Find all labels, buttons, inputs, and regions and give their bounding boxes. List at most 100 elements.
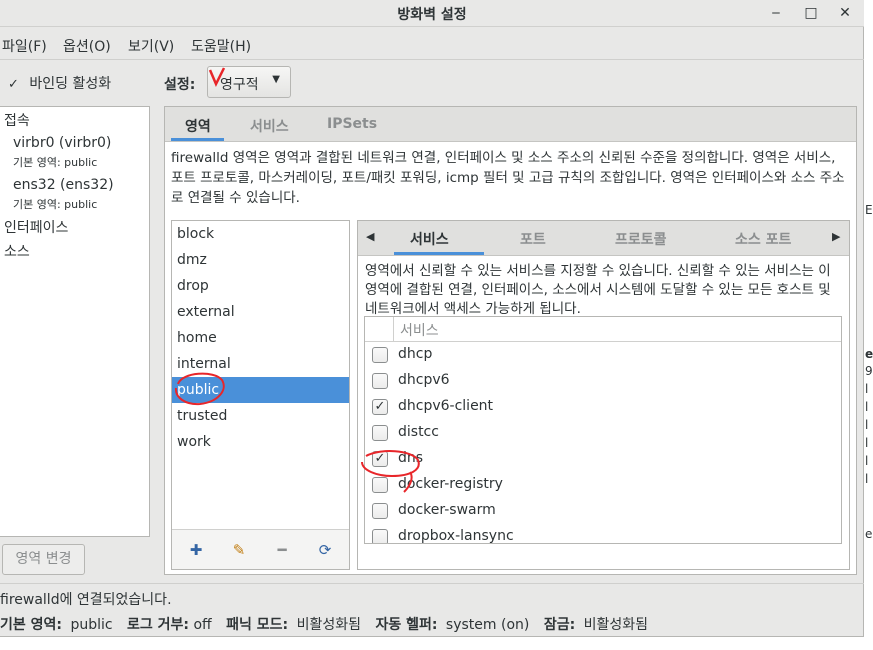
log-denied-value: off	[193, 617, 212, 633]
zone-item-trusted[interactable]: trusted	[172, 403, 349, 429]
status-separator	[0, 583, 864, 584]
service-checkbox[interactable]	[372, 503, 388, 519]
service-row: distcc	[365, 420, 841, 446]
tab-scroll-right-icon[interactable]: ▶	[832, 230, 840, 243]
tab-zones[interactable]: 영역	[185, 116, 211, 136]
service-row: ✓ dhcpv6-client	[365, 394, 841, 420]
bindings-pane: 접속 virbr0 (virbr0) 기본 영역: public ens32 (…	[0, 106, 150, 537]
zone-item-home[interactable]: home	[172, 325, 349, 351]
panic-mode-label: 패닉 모드:	[226, 617, 289, 633]
default-zone-label: 기본 영역:	[0, 617, 62, 633]
configuration-label: 설정:	[164, 77, 196, 93]
service-checkbox[interactable]: ✓	[372, 451, 388, 467]
remove-zone-button[interactable]: ━	[273, 541, 291, 559]
load-defaults-button[interactable]: ⟳	[316, 541, 334, 559]
zones-list: block dmz drop external home internal public tr…	[171, 220, 350, 570]
tab-services[interactable]: 서비스	[250, 116, 289, 136]
tab-zone-protocols[interactable]: 프로토콜	[615, 229, 667, 249]
minimize-button[interactable]: ‒	[766, 3, 786, 23]
binding-toggle[interactable]: ✓ 바인딩 활성화	[8, 73, 111, 93]
menu-help[interactable]: 도움말(H)	[191, 36, 251, 56]
zone-item-public[interactable]: public	[172, 377, 349, 403]
header-divider	[393, 317, 394, 342]
auto-helper-label: 자동 헬퍼:	[375, 617, 438, 633]
service-name: dropbox-lansync	[398, 528, 514, 544]
tab-scroll-left-icon[interactable]: ◀	[366, 230, 374, 243]
zone-item-work[interactable]: work	[172, 429, 349, 455]
services-table-header: 서비스	[365, 317, 841, 342]
service-checkbox[interactable]	[372, 373, 388, 389]
auto-helper-value: system (on)	[445, 617, 530, 633]
connection-virbr0[interactable]: virbr0 (virbr0)	[13, 135, 111, 151]
service-row: ✓ dns	[365, 446, 841, 472]
connections-header[interactable]: 접속	[4, 110, 30, 130]
service-row: dhcp	[365, 342, 841, 368]
tab-ipsets[interactable]: IPSets	[327, 116, 377, 132]
service-name: dhcpv6-client	[398, 398, 494, 414]
connection-status: firewalld에 연결되었습니다.	[0, 592, 172, 608]
bg-glyph: l	[865, 382, 869, 396]
service-name: dns	[398, 450, 424, 466]
bg-glyph: 9	[865, 364, 873, 378]
bg-glyph: E	[865, 203, 873, 217]
interfaces-header[interactable]: 인터페이스	[4, 217, 68, 237]
menu-separator	[0, 59, 864, 60]
binding-label: 바인딩 활성화	[29, 76, 112, 92]
default-zone-value: public	[70, 617, 113, 633]
status-line: 기본 영역: public 로그 거부: off 패닉 모드: 비활성화됨 자동…	[0, 614, 648, 634]
configuration-value: 영구적	[220, 77, 259, 93]
zone-change-button[interactable]: 영역 변경	[2, 544, 85, 575]
background-window-edge: E e 9 l l l l l l e	[864, 0, 873, 650]
configuration-combo[interactable]: 영구적 ▼	[207, 66, 291, 98]
service-row: docker-registry	[365, 472, 841, 498]
service-name: docker-swarm	[398, 502, 496, 518]
services-description: 영역에서 신뢰할 수 있는 서비스를 지정할 수 있습니다. 신뢰할 수 있는 …	[365, 263, 831, 317]
maximize-button[interactable]: □	[801, 3, 821, 23]
menu-options[interactable]: 옵션(O)	[63, 36, 111, 56]
bg-glyph: l	[865, 418, 869, 432]
zone-settings-notebook: ◀ 서비스 포트 프로토콜 소스 포트 ▶ 영역에서 신뢰할 수 있는 서비스를…	[357, 220, 850, 570]
service-row: dhcpv6	[365, 368, 841, 394]
service-checkbox[interactable]	[372, 477, 388, 493]
service-name: distcc	[398, 424, 439, 440]
main-notebook: 영역 서비스 IPSets firewalld 영역은 영역과 결합된 네트워크…	[164, 106, 857, 575]
bg-glyph: l	[865, 472, 869, 486]
zone-item-drop[interactable]: drop	[172, 273, 349, 299]
zone-item-external[interactable]: external	[172, 299, 349, 325]
title-bar: 방화벽 설정 ‒ □ ✕	[0, 0, 864, 27]
main-tab-bar: 영역 서비스 IPSets	[165, 107, 856, 142]
service-checkbox[interactable]: ✓	[372, 399, 388, 415]
zones-description: firewalld 영역은 영역과 결합된 네트워크 연결, 인터페이스 및 소…	[171, 150, 845, 206]
tab-zone-source-ports[interactable]: 소스 포트	[735, 229, 791, 249]
zones-toolbar: ✚ ✎ ━ ⟳	[172, 529, 349, 569]
zone-item-block[interactable]: block	[172, 221, 349, 247]
menu-file[interactable]: 파일(F)	[2, 36, 47, 56]
tab-zone-ports[interactable]: 포트	[520, 229, 546, 249]
close-button[interactable]: ✕	[835, 3, 855, 23]
connection-virbr0-zone: 기본 영역: public	[13, 156, 98, 169]
menu-view[interactable]: 보기(V)	[128, 36, 174, 56]
lockdown-label: 잠금:	[543, 617, 576, 633]
tab-zone-services[interactable]: 서비스	[410, 229, 449, 249]
connection-ens32-zone: 기본 영역: public	[13, 198, 98, 211]
menu-bar: 파일(F) 옵션(O) 보기(V) 도움말(H)	[0, 33, 864, 57]
lockdown-value: 비활성화됨	[583, 617, 649, 633]
zone-item-dmz[interactable]: dmz	[172, 247, 349, 273]
firewall-window: 방화벽 설정 ‒ □ ✕ 파일(F) 옵션(O) 보기(V) 도움말(H) ✓ …	[0, 0, 864, 637]
edit-zone-button[interactable]: ✎	[230, 541, 248, 559]
sources-header[interactable]: 소스	[4, 241, 30, 261]
service-name: docker-registry	[398, 476, 503, 492]
add-zone-button[interactable]: ✚	[187, 541, 205, 559]
window-title: 방화벽 설정	[397, 7, 467, 23]
service-checkbox[interactable]	[372, 347, 388, 363]
service-checkbox[interactable]	[372, 529, 388, 543]
bg-glyph: l	[865, 436, 869, 450]
dropdown-arrow-icon: ▼	[272, 74, 280, 85]
bg-glyph: e	[865, 527, 873, 541]
connection-ens32[interactable]: ens32 (ens32)	[13, 177, 114, 193]
services-column-header[interactable]: 서비스	[400, 320, 439, 340]
zone-item-internal[interactable]: internal	[172, 351, 349, 377]
log-denied-label: 로그 거부:	[127, 617, 190, 633]
service-checkbox[interactable]	[372, 425, 388, 441]
active-inner-tab-indicator	[394, 252, 484, 255]
